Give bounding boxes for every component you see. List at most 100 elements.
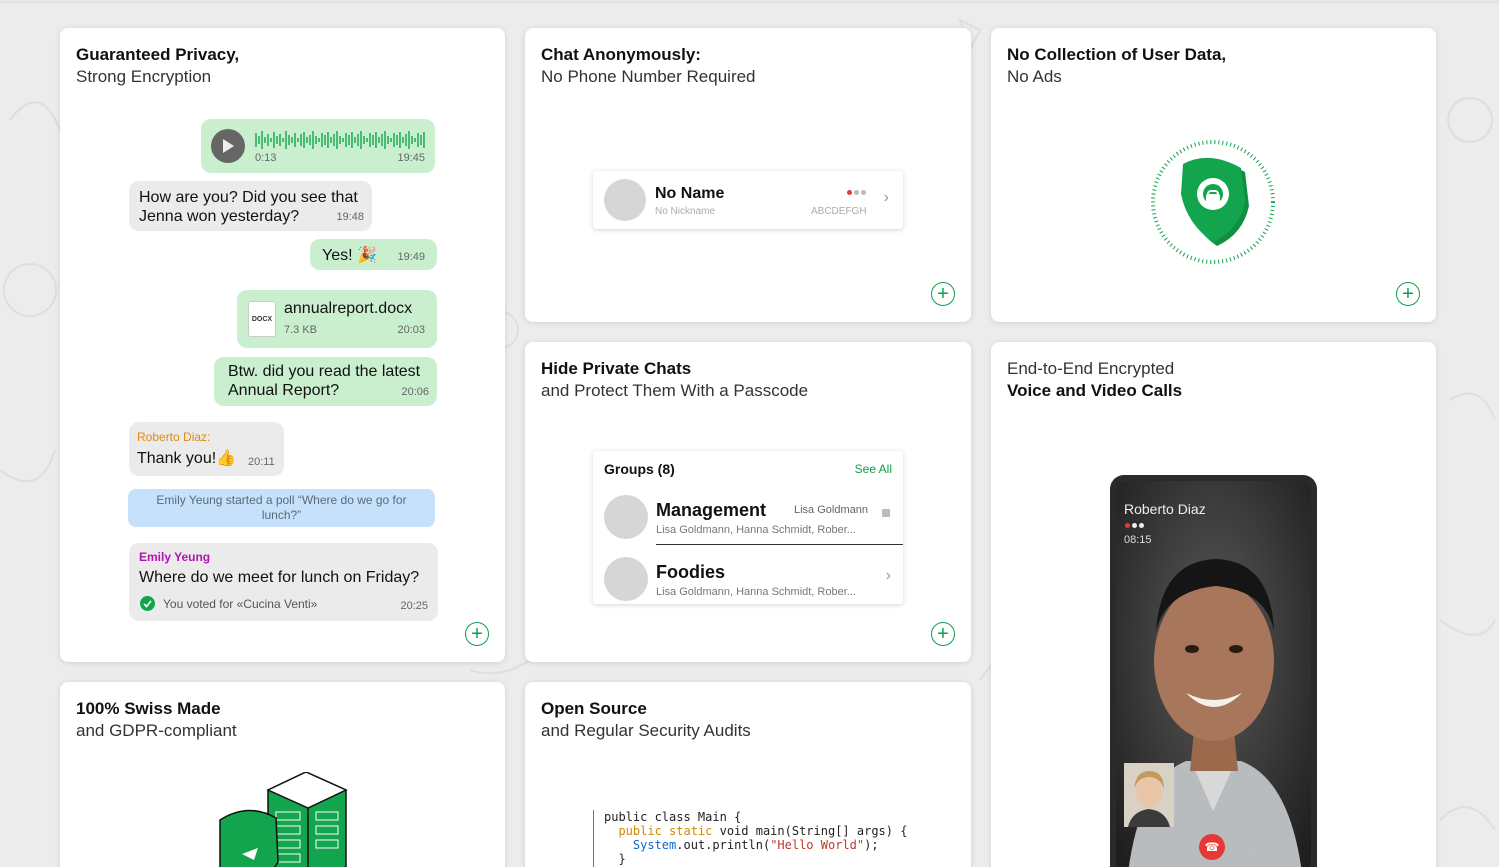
message-text: Yes! 🎉	[322, 247, 377, 264]
expand-plus-button[interactable]: +	[465, 622, 489, 646]
poll-message[interactable]: Emily Yeung Where do we meet for lunch o…	[129, 543, 438, 621]
no-data-card-title: No Collection of User Data, No Ads	[1007, 44, 1226, 88]
caller-name: Roberto Diaz	[1124, 501, 1206, 517]
avatar	[604, 557, 648, 601]
expand-plus-button[interactable]: +	[931, 282, 955, 306]
incoming-message[interactable]: Roberto Diaz: Thank you!👍 20:11	[129, 422, 284, 476]
card-title-secondary: and Protect Them With a Passcode	[541, 381, 809, 400]
verification-dots-icon	[847, 190, 866, 195]
group-row-foodies[interactable]: Foodies › Lisa Goldmann, Hanna Schmidt, …	[593, 547, 903, 605]
hide-chats-card: Hide Private Chats and Protect Them With…	[525, 342, 971, 662]
calls-card-title: End-to-End Encrypted Voice and Video Cal…	[1007, 358, 1182, 402]
avatar	[604, 179, 646, 221]
speaker-icon[interactable]: ◀	[1241, 843, 1249, 856]
anonymous-card-title: Chat Anonymously: No Phone Number Requir…	[541, 44, 756, 88]
card-title-primary: Guaranteed Privacy,	[76, 45, 240, 64]
group-last-sender: Lisa Goldmann	[794, 504, 868, 516]
anonymous-card: Chat Anonymously: No Phone Number Requir…	[525, 28, 971, 322]
verification-dots-icon	[1125, 523, 1144, 528]
card-title-secondary: No Phone Number Required	[541, 67, 756, 86]
incoming-message[interactable]: How are you? Did you see that Jenna won …	[129, 181, 372, 231]
play-icon[interactable]	[211, 129, 245, 163]
avatar	[604, 495, 648, 539]
divider	[656, 544, 903, 545]
groups-header: Groups (8)	[604, 461, 675, 477]
code-line: }	[618, 852, 626, 866]
outgoing-message[interactable]: Btw. did you read the latest Annual Repo…	[214, 357, 437, 406]
message-line: Jenna won yesterday?	[139, 208, 300, 225]
card-title-primary: Open Source	[541, 699, 647, 718]
swiss-card: 100% Swiss Made and GDPR-compliant	[60, 682, 505, 867]
hide-chats-card-title: Hide Private Chats and Protect Them With…	[541, 358, 808, 402]
code-string: "Hello World"	[770, 838, 865, 852]
card-title-secondary: Voice and Video Calls	[1007, 381, 1183, 400]
code-text: .out.println(	[676, 838, 771, 852]
privacy-card-title: Guaranteed Privacy, Strong Encryption	[76, 44, 239, 88]
code-snippet: public class Main { public static void m…	[593, 810, 907, 867]
file-message[interactable]: DOCX annualreport.docx 7.3 KB 20:03	[237, 290, 437, 348]
message-line: Annual Report?	[228, 382, 340, 399]
privacy-card: Guaranteed Privacy, Strong Encryption 0:…	[60, 28, 505, 662]
card-title-primary: No Collection of User Data,	[1007, 45, 1227, 64]
chevron-right-icon: ›	[883, 189, 889, 206]
self-video-thumbnail	[1124, 763, 1174, 827]
lock-icon	[882, 509, 890, 517]
poll-notice: Emily Yeung started a poll “Where do we …	[128, 489, 435, 527]
contact-name: No Name	[655, 185, 725, 202]
group-row-management[interactable]: Management Lisa Goldmann Lisa Goldmann, …	[593, 485, 903, 545]
sender-name: Emily Yeung	[139, 550, 211, 564]
card-title-primary: 100% Swiss Made	[76, 699, 221, 718]
voice-duration: 0:13	[255, 152, 277, 164]
expand-plus-button[interactable]: +	[1396, 282, 1420, 306]
card-title-primary: End-to-End Encrypted	[1007, 359, 1175, 378]
microphone-icon[interactable]: ●	[1178, 843, 1185, 855]
card-title-secondary: and GDPR-compliant	[76, 721, 237, 740]
vote-text: You voted for «Cucina Venti»	[163, 597, 318, 611]
message-time: 19:48	[336, 211, 364, 223]
contact-nickname: No Nickname	[655, 206, 716, 217]
card-title-primary: Hide Private Chats	[541, 359, 692, 378]
see-all-link[interactable]: See All	[855, 462, 892, 476]
calls-card: End-to-End Encrypted Voice and Video Cal…	[991, 342, 1436, 867]
threema-id: ABCDEFGH	[811, 206, 867, 217]
message-text: How are you? Did you see that Jenna won …	[139, 188, 358, 226]
message-time: 19:45	[397, 152, 425, 164]
group-members: Lisa Goldmann, Hanna Schmidt, Rober...	[656, 586, 856, 598]
file-type-label: DOCX	[251, 315, 273, 323]
waveform-icon	[255, 131, 425, 149]
message-line: Btw. did you read the latest	[228, 363, 421, 380]
card-title-primary: Chat Anonymously:	[541, 45, 701, 64]
open-source-card: Open Source and Regular Security Audits …	[525, 682, 971, 867]
groups-list: Groups (8) See All Management Lisa Goldm…	[593, 451, 903, 604]
phone-mockup: Roberto Diaz 08:15 ● ☎ ◀	[1110, 475, 1317, 867]
shield-lock-icon	[1151, 140, 1275, 264]
code-text: void main(String[] args) {	[712, 824, 908, 838]
code-class: System	[632, 838, 677, 852]
message-text: Btw. did you read the latest Annual Repo…	[228, 362, 420, 400]
docx-file-icon: DOCX	[248, 301, 276, 337]
outgoing-message[interactable]: Yes! 🎉 19:49	[310, 239, 437, 270]
card-title-secondary: Strong Encryption	[76, 67, 212, 86]
card-title-secondary: No Ads	[1007, 67, 1062, 86]
server-shield-icon	[219, 772, 348, 867]
contact-row[interactable]: No Name No Nickname ABCDEFGH ›	[593, 171, 903, 229]
message-text: Thank you!👍	[137, 450, 237, 467]
check-icon	[140, 596, 155, 611]
chevron-right-icon: ›	[885, 567, 891, 584]
code-line: public class Main {	[604, 810, 742, 824]
sender-name: Roberto Diaz:	[137, 430, 211, 444]
end-call-icon[interactable]: ☎	[1199, 834, 1225, 860]
message-time: 20:06	[401, 386, 429, 398]
poll-notice-text: Emily Yeung started a poll “Where do we …	[156, 493, 407, 522]
file-name: annualreport.docx	[284, 300, 413, 317]
voice-message-bubble[interactable]: 0:13 19:45	[201, 119, 435, 173]
message-line: How are you? Did you see that	[139, 189, 358, 206]
message-time: 20:11	[248, 456, 275, 468]
code-keyword: public static	[618, 824, 713, 838]
group-name: Management	[656, 500, 767, 520]
code-text: );	[864, 838, 879, 852]
call-duration: 08:15	[1124, 534, 1152, 546]
message-time: 19:49	[397, 251, 425, 263]
expand-plus-button[interactable]: +	[931, 622, 955, 646]
swiss-card-title: 100% Swiss Made and GDPR-compliant	[76, 698, 237, 742]
